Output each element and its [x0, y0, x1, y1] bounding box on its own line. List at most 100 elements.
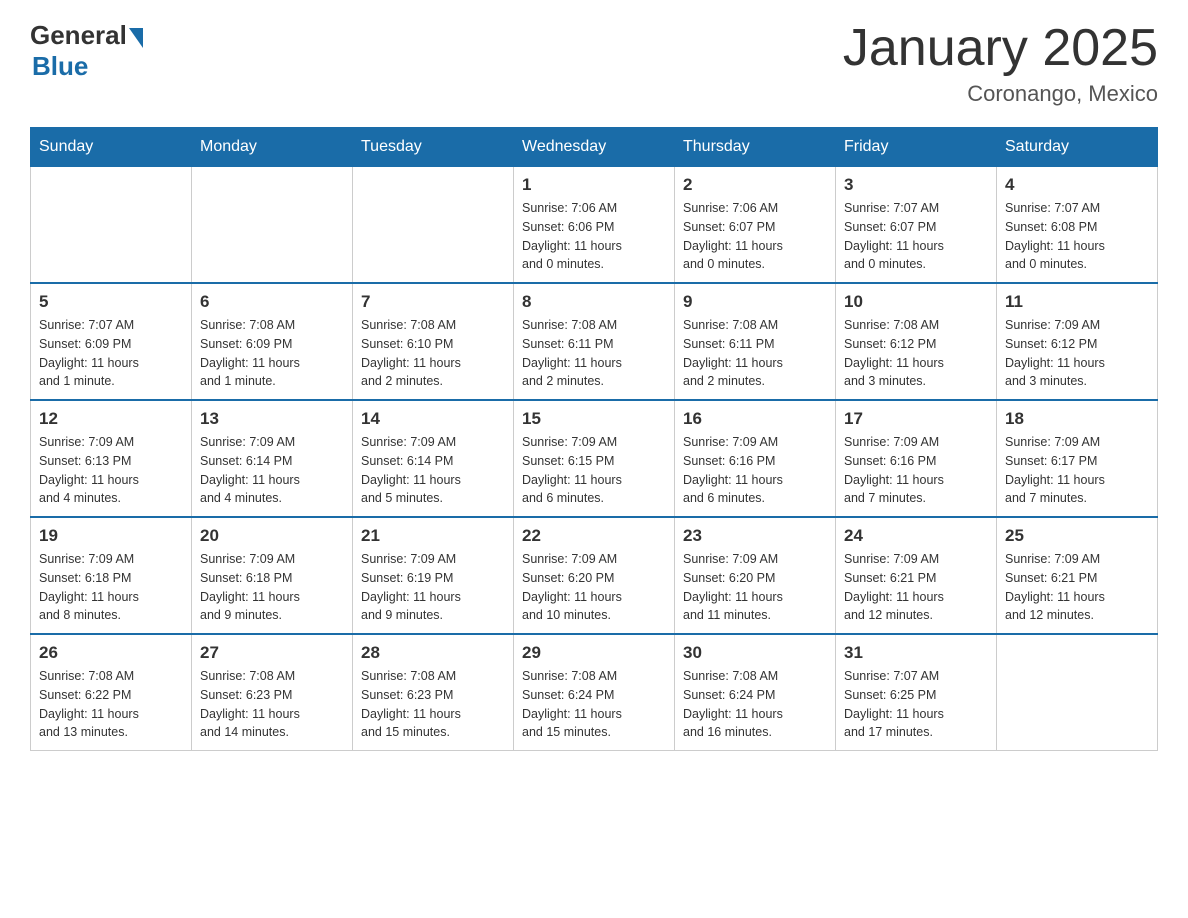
- title-area: January 2025 Coronango, Mexico: [843, 20, 1158, 107]
- day-info: Sunrise: 7:09 AMSunset: 6:18 PMDaylight:…: [200, 550, 344, 625]
- table-row: 28Sunrise: 7:08 AMSunset: 6:23 PMDayligh…: [353, 634, 514, 751]
- table-row: 4Sunrise: 7:07 AMSunset: 6:08 PMDaylight…: [997, 167, 1158, 284]
- header-thursday: Thursday: [675, 128, 836, 167]
- header-sunday: Sunday: [31, 128, 192, 167]
- day-number: 20: [200, 526, 344, 546]
- calendar-table: Sunday Monday Tuesday Wednesday Thursday…: [30, 127, 1158, 751]
- table-row: 10 Sunrise: 7:08 AMSunset: 6:12 PMDayligh…: [836, 283, 997, 400]
- day-number: 17: [844, 409, 988, 429]
- table-row: 1 Sunrise: 7:06 AMSunset: 6:06 PMDaylight…: [514, 167, 675, 284]
- calendar-week-row: 5 Sunrise: 7:07 AMSunset: 6:09 PMDaylight…: [31, 283, 1158, 400]
- day-number: 22: [522, 526, 666, 546]
- table-row: [192, 167, 353, 284]
- day-info: Sunrise: 7:08 AMSunset: 6:11 PMDaylight:…: [683, 316, 827, 391]
- table-row: 15 Sunrise: 7:09 AMSunset: 6:15 PMDayligh…: [514, 400, 675, 517]
- table-row: 11 Sunrise: 7:09 AMSunset: 6:12 PMDayligh…: [997, 283, 1158, 400]
- day-info: Sunrise: 7:08 AMSunset: 6:12 PMDaylight:…: [844, 316, 988, 391]
- table-row: 6 Sunrise: 7:08 AMSunset: 6:09 PMDaylight…: [192, 283, 353, 400]
- day-number: 18: [1005, 409, 1149, 429]
- day-info: Sunrise: 7:09 AMSunset: 6:19 PMDaylight:…: [361, 550, 505, 625]
- day-info: Sunrise: 7:09 AMSunset: 6:16 PMDaylight:…: [683, 433, 827, 508]
- day-number: 14: [361, 409, 505, 429]
- day-info: Sunrise: 7:08 AMSunset: 6:09 PMDaylight:…: [200, 316, 344, 391]
- logo: General Blue: [30, 20, 143, 82]
- day-number: 1: [522, 175, 666, 195]
- day-number: 3: [844, 175, 988, 195]
- day-number: 16: [683, 409, 827, 429]
- day-info: Sunrise: 7:07 AMSunset: 6:09 PMDaylight:…: [39, 316, 183, 391]
- day-number: 2: [683, 175, 827, 195]
- day-info: Sunrise: 7:09 AMSunset: 6:18 PMDaylight:…: [39, 550, 183, 625]
- table-row: 27 Sunrise: 7:08 AMSunset: 6:23 PMDayligh…: [192, 634, 353, 751]
- day-number: 24: [844, 526, 988, 546]
- day-info: Sunrise: 7:09 AMSunset: 6:12 PMDaylight:…: [1005, 316, 1149, 391]
- table-row: 26 Sunrise: 7:08 AMSunset: 6:22 PMDayligh…: [31, 634, 192, 751]
- day-info: Sunrise: 7:07 AMSunset: 6:07 PMDaylight:…: [844, 199, 988, 274]
- day-number: 26: [39, 643, 183, 663]
- day-number: 13: [200, 409, 344, 429]
- day-number: 7: [361, 292, 505, 312]
- table-row: [353, 167, 514, 284]
- table-row: 19 Sunrise: 7:09 AMSunset: 6:18 PMDayligh…: [31, 517, 192, 634]
- table-row: [31, 167, 192, 284]
- header-wednesday: Wednesday: [514, 128, 675, 167]
- day-info: Sunrise: 7:07 AMSunset: 6:25 PMDaylight:…: [844, 667, 988, 742]
- calendar-week-row: 12 Sunrise: 7:09 AMSunset: 6:13 PMDayligh…: [31, 400, 1158, 517]
- table-row: 25 Sunrise: 7:09 AMSunset: 6:21 PMDayligh…: [997, 517, 1158, 634]
- table-row: 2Sunrise: 7:06 AMSunset: 6:07 PMDaylight…: [675, 167, 836, 284]
- day-info: Sunrise: 7:08 AMSunset: 6:22 PMDaylight:…: [39, 667, 183, 742]
- table-row: 14 Sunrise: 7:09 AMSunset: 6:14 PMDayligh…: [353, 400, 514, 517]
- day-info: Sunrise: 7:09 AMSunset: 6:14 PMDaylight:…: [361, 433, 505, 508]
- table-row: 24Sunrise: 7:09 AMSunset: 6:21 PMDayligh…: [836, 517, 997, 634]
- day-info: Sunrise: 7:09 AMSunset: 6:20 PMDaylight:…: [522, 550, 666, 625]
- calendar-week-row: 26 Sunrise: 7:08 AMSunset: 6:22 PMDayligh…: [31, 634, 1158, 751]
- day-number: 11: [1005, 292, 1149, 312]
- day-number: 15: [522, 409, 666, 429]
- day-number: 27: [200, 643, 344, 663]
- table-row: 5 Sunrise: 7:07 AMSunset: 6:09 PMDaylight…: [31, 283, 192, 400]
- header-monday: Monday: [192, 128, 353, 167]
- day-info: Sunrise: 7:07 AMSunset: 6:08 PMDaylight:…: [1005, 199, 1149, 274]
- day-info: Sunrise: 7:06 AMSunset: 6:06 PMDaylight:…: [522, 199, 666, 274]
- day-number: 6: [200, 292, 344, 312]
- table-row: 29Sunrise: 7:08 AMSunset: 6:24 PMDayligh…: [514, 634, 675, 751]
- day-number: 25: [1005, 526, 1149, 546]
- day-info: Sunrise: 7:09 AMSunset: 6:20 PMDaylight:…: [683, 550, 827, 625]
- header-tuesday: Tuesday: [353, 128, 514, 167]
- table-row: 30Sunrise: 7:08 AMSunset: 6:24 PMDayligh…: [675, 634, 836, 751]
- day-info: Sunrise: 7:09 AMSunset: 6:14 PMDaylight:…: [200, 433, 344, 508]
- day-number: 12: [39, 409, 183, 429]
- day-number: 19: [39, 526, 183, 546]
- day-info: Sunrise: 7:08 AMSunset: 6:11 PMDaylight:…: [522, 316, 666, 391]
- day-number: 10: [844, 292, 988, 312]
- day-info: Sunrise: 7:08 AMSunset: 6:24 PMDaylight:…: [683, 667, 827, 742]
- day-number: 9: [683, 292, 827, 312]
- calendar-title: January 2025: [843, 20, 1158, 77]
- day-info: Sunrise: 7:09 AMSunset: 6:13 PMDaylight:…: [39, 433, 183, 508]
- day-number: 8: [522, 292, 666, 312]
- day-info: Sunrise: 7:08 AMSunset: 6:23 PMDaylight:…: [200, 667, 344, 742]
- calendar-week-row: 19 Sunrise: 7:09 AMSunset: 6:18 PMDayligh…: [31, 517, 1158, 634]
- day-info: Sunrise: 7:09 AMSunset: 6:21 PMDaylight:…: [1005, 550, 1149, 625]
- day-number: 29: [522, 643, 666, 663]
- header-friday: Friday: [836, 128, 997, 167]
- day-number: 23: [683, 526, 827, 546]
- day-info: Sunrise: 7:09 AMSunset: 6:17 PMDaylight:…: [1005, 433, 1149, 508]
- calendar-subtitle: Coronango, Mexico: [843, 81, 1158, 107]
- table-row: 23 Sunrise: 7:09 AMSunset: 6:20 PMDayligh…: [675, 517, 836, 634]
- day-info: Sunrise: 7:09 AMSunset: 6:16 PMDaylight:…: [844, 433, 988, 508]
- logo-triangle-icon: [129, 28, 143, 48]
- day-info: Sunrise: 7:09 AMSunset: 6:15 PMDaylight:…: [522, 433, 666, 508]
- header: General Blue January 2025 Coronango, Mex…: [30, 20, 1158, 107]
- logo-general-text: General: [30, 20, 127, 51]
- table-row: 22 Sunrise: 7:09 AMSunset: 6:20 PMDayligh…: [514, 517, 675, 634]
- day-info: Sunrise: 7:08 AMSunset: 6:23 PMDaylight:…: [361, 667, 505, 742]
- logo-blue-text: Blue: [32, 51, 88, 82]
- day-info: Sunrise: 7:08 AMSunset: 6:10 PMDaylight:…: [361, 316, 505, 391]
- table-row: [997, 634, 1158, 751]
- header-saturday: Saturday: [997, 128, 1158, 167]
- day-number: 31: [844, 643, 988, 663]
- day-number: 5: [39, 292, 183, 312]
- table-row: 3 Sunrise: 7:07 AMSunset: 6:07 PMDaylight…: [836, 167, 997, 284]
- table-row: 31 Sunrise: 7:07 AMSunset: 6:25 PMDayligh…: [836, 634, 997, 751]
